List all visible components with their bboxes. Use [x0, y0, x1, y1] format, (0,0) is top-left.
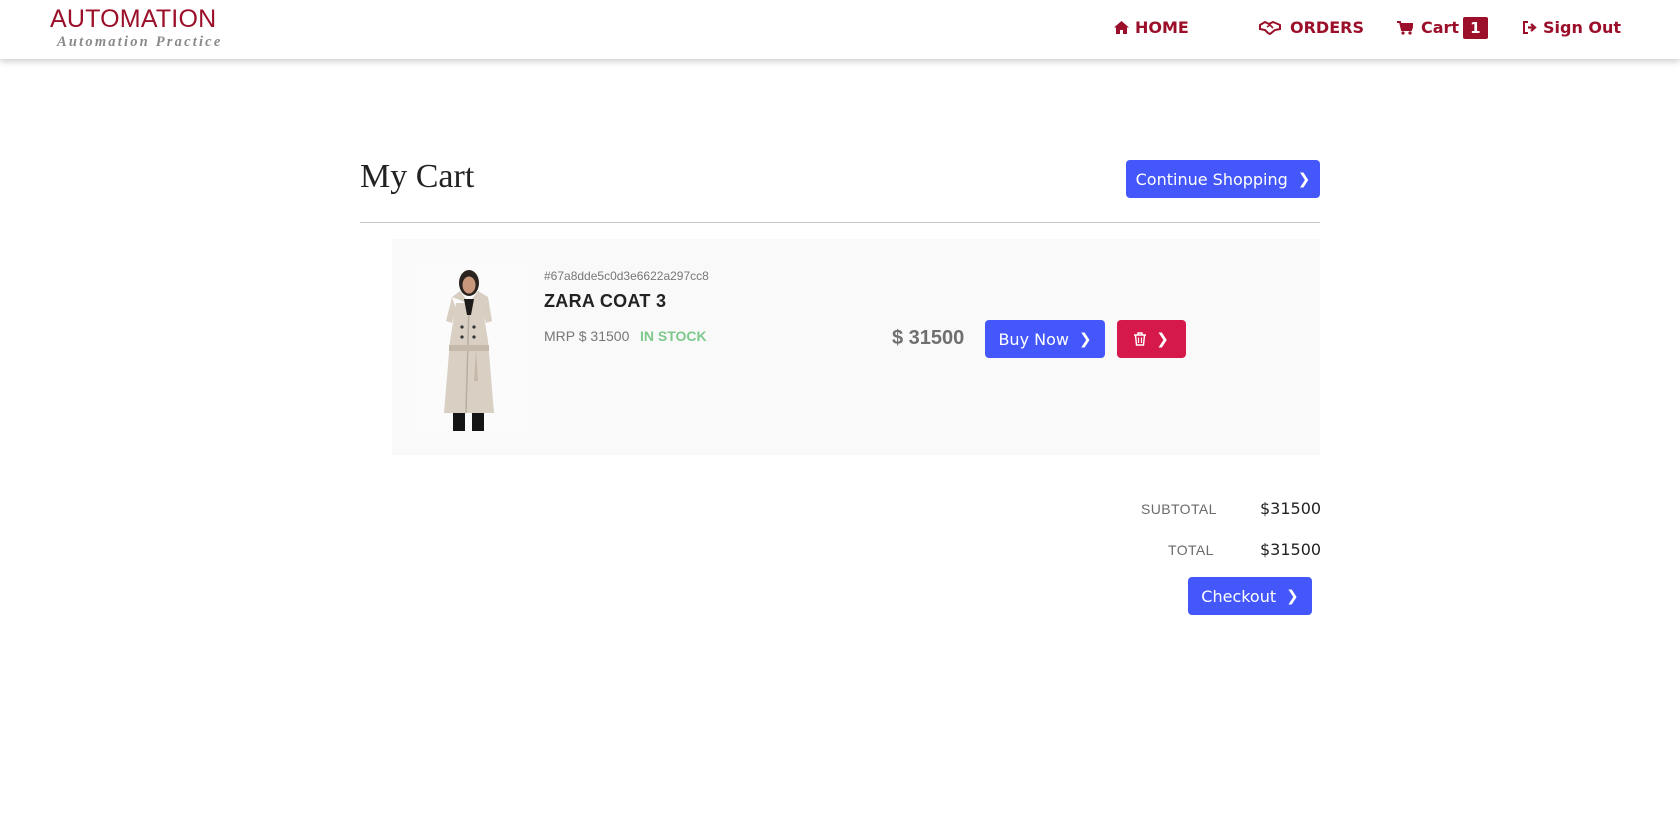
chevron-right-icon: ❯ [1078, 330, 1092, 348]
nav-orders-button[interactable]: ORDERS [1259, 0, 1364, 55]
checkout-button[interactable]: Checkout ❯ [1188, 577, 1312, 615]
stock-status: IN STOCK [640, 328, 707, 344]
nav-home-label: HOME [1135, 18, 1189, 37]
product-price: $ 31500 [892, 327, 965, 349]
cart-icon [1397, 20, 1413, 35]
product-id: #67a8dde5c0d3e6622a297cc8 [544, 269, 709, 283]
nav-orders-label: ORDERS [1290, 18, 1364, 37]
top-navbar: AUTOMATION Automation Practice HOME ORDE… [0, 0, 1680, 59]
trash-icon [1134, 332, 1147, 346]
continue-shopping-label: Continue Shopping [1135, 169, 1288, 189]
chevron-right-icon: ❯ [1286, 587, 1299, 605]
product-image[interactable] [416, 263, 528, 431]
handshake-icon [1259, 20, 1281, 35]
delete-item-button[interactable]: ❯ [1117, 320, 1186, 358]
total-value: $31500 [1260, 540, 1322, 559]
cart-item: #67a8dde5c0d3e6622a297cc8 ZARA COAT 3 MR… [392, 239, 1320, 455]
subtotal-label: SUBTOTAL [1141, 501, 1217, 517]
divider [360, 222, 1320, 223]
nav-signout-label: Sign Out [1543, 18, 1622, 37]
nav-cart-label: Cart [1421, 18, 1460, 37]
buy-now-label: Buy Now [998, 329, 1069, 349]
product-mrp: MRP $ 31500 [544, 328, 630, 344]
buy-now-button[interactable]: Buy Now ❯ [985, 320, 1105, 358]
total-label: TOTAL [1168, 542, 1214, 558]
subtotal-value: $31500 [1260, 499, 1322, 518]
nav-home-button[interactable]: HOME [1114, 0, 1189, 55]
page-title: My Cart [360, 158, 475, 195]
chevron-right-icon: ❯ [1156, 330, 1169, 348]
continue-shopping-button[interactable]: Continue Shopping ❯ [1126, 160, 1320, 198]
brand-logo[interactable]: AUTOMATION Automation Practice [50, 4, 222, 50]
product-name: ZARA COAT 3 [544, 291, 667, 311]
cart-count-badge: 1 [1463, 16, 1488, 39]
checkout-label: Checkout [1201, 586, 1277, 606]
chevron-right-icon: ❯ [1297, 170, 1311, 188]
home-icon [1114, 21, 1129, 34]
nav-signout-button[interactable]: Sign Out [1523, 0, 1621, 55]
nav-cart-button[interactable]: Cart 1 [1397, 0, 1488, 55]
sign-out-icon [1523, 21, 1537, 34]
brand-title: AUTOMATION [50, 5, 217, 33]
brand-subtitle: Automation Practice [57, 34, 223, 50]
